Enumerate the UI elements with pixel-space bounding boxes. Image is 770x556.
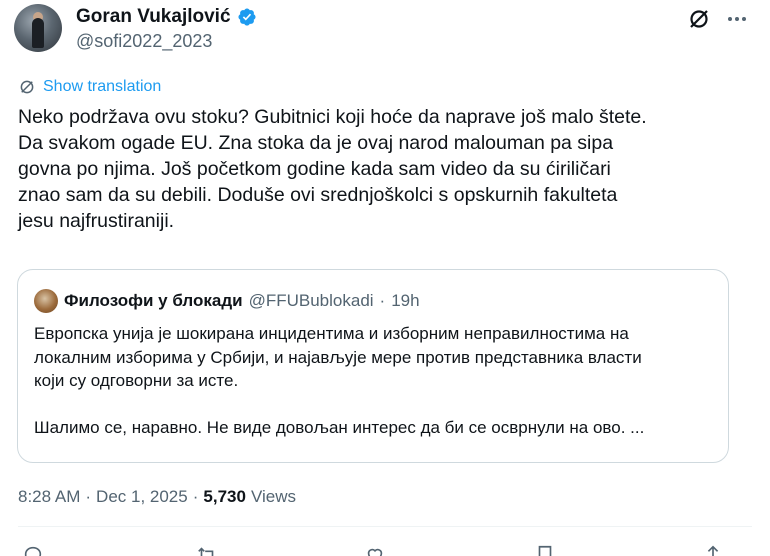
- author-display-name[interactable]: Goran Vukajlović: [76, 6, 231, 28]
- author-handle[interactable]: @sofi2022_2023: [76, 31, 212, 52]
- quote-text: Европска унија је шокирана инцидентима и…: [34, 322, 714, 440]
- quote-line: који су одговорни за исте.: [34, 371, 239, 390]
- more-icon-svg: [728, 17, 746, 21]
- grok-icon-svg: [690, 10, 708, 28]
- divider: [18, 526, 752, 527]
- quoted-tweet[interactable]: Филозофи у блокади @FFUBublokadi · 19h Е…: [17, 269, 729, 463]
- top-actions: [686, 6, 750, 32]
- tweet-time[interactable]: 8:28 AM: [18, 487, 80, 507]
- quote-display-name[interactable]: Филозофи у блокади: [64, 291, 243, 311]
- quote-timestamp[interactable]: 19h: [391, 291, 419, 311]
- grok-icon[interactable]: [686, 6, 712, 32]
- avatar-figure: [32, 18, 44, 48]
- tweet-date[interactable]: Dec 1, 2025: [96, 487, 188, 507]
- quote-separator: ·: [379, 291, 386, 310]
- show-translation-link[interactable]: Show translation: [18, 78, 161, 96]
- like-button[interactable]: [364, 544, 386, 556]
- quote-header: Филозофи у блокади @FFUBublokadi · 19h: [34, 289, 420, 313]
- tweet-line: govna po njima. Još početkom godine kada…: [18, 158, 611, 180]
- tweet-line: Neko podržava ovu stoku? Gubitnici koji …: [18, 106, 647, 128]
- repost-button[interactable]: [196, 544, 218, 556]
- verified-icon: [237, 8, 256, 26]
- tweet-text: Neko podržava ovu stoku? Gubitnici koji …: [18, 104, 758, 234]
- views-label: Views: [250, 487, 296, 506]
- translate-icon: [20, 80, 34, 94]
- quote-paragraph-gap: [34, 393, 714, 417]
- tweet-line: Da svakom ogade EU. Zna stoka da je ovaj…: [18, 132, 614, 154]
- author-name-row: Goran Vukajlović: [76, 6, 257, 28]
- repost-icon: [198, 547, 214, 556]
- quote-line: локалним изборима у Србији, и најављује …: [34, 347, 642, 367]
- quote-line: Европска унија је шокирана инцидентима и…: [34, 324, 629, 343]
- share-icon: [707, 545, 719, 556]
- share-button[interactable]: [702, 544, 724, 556]
- tweet-line: jesu najfrustiraniji.: [18, 210, 175, 232]
- quote-avatar[interactable]: [34, 289, 58, 313]
- bookmark-button[interactable]: [534, 544, 556, 556]
- quote-handle[interactable]: @FFUBublokadi: [249, 291, 374, 311]
- bookmark-icon: [538, 545, 552, 556]
- more-icon[interactable]: [724, 6, 750, 32]
- author-avatar[interactable]: [14, 4, 62, 52]
- meta-separator: ·: [192, 487, 199, 506]
- reply-button[interactable]: [22, 544, 44, 556]
- like-icon: [367, 548, 383, 556]
- quote-line: Шалимо се, наравно. Не виде довољан инте…: [34, 418, 645, 437]
- views-count: 5,730: [203, 487, 246, 506]
- tweet-line: znao sam da su debili. Doduše ovi srednj…: [18, 184, 618, 206]
- action-bar: [18, 544, 738, 556]
- reply-icon: [24, 546, 42, 556]
- show-translation-label[interactable]: Show translation: [43, 78, 161, 96]
- tweet-meta: 8:28 AM · Dec 1, 2025 · 5,730 Views: [18, 487, 296, 507]
- meta-separator: ·: [85, 487, 92, 506]
